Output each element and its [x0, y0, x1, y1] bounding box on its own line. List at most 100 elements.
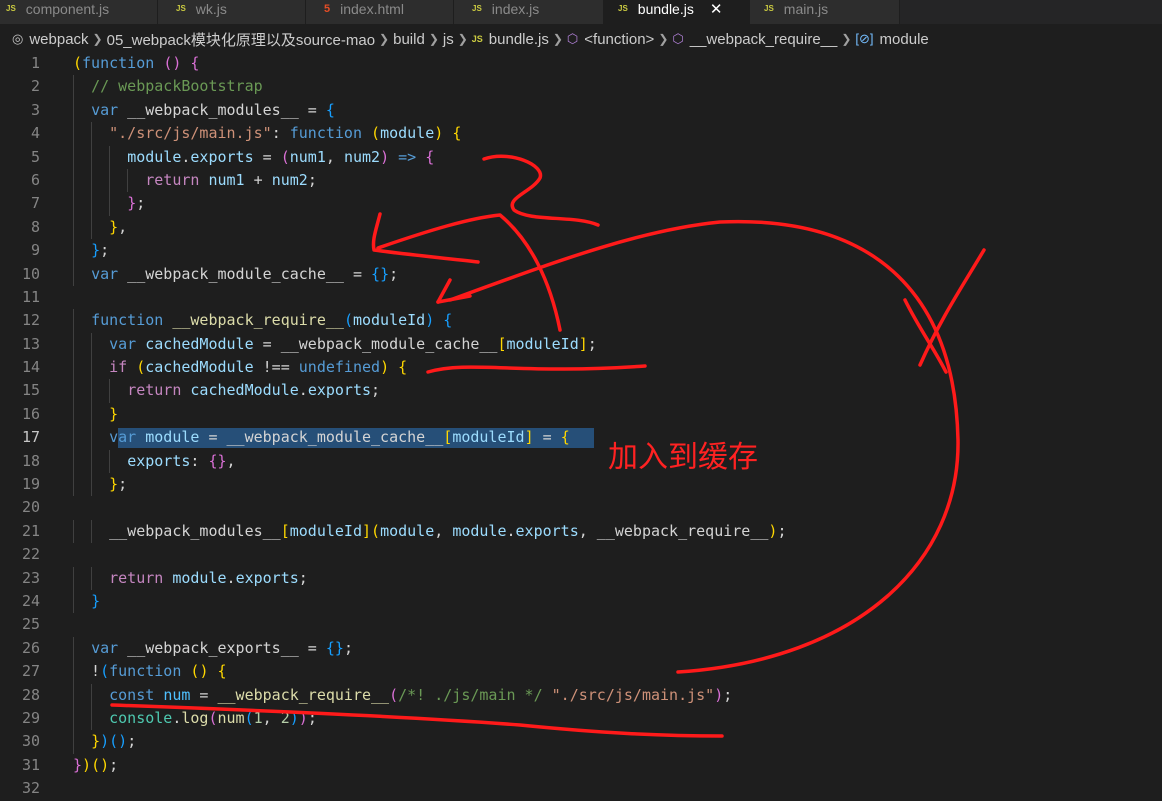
- code-line[interactable]: 21 __webpack_modules__[moduleId](module,…: [0, 519, 1162, 544]
- line-number: 29: [21, 708, 40, 727]
- code-text: var __webpack_exports__ = {};: [91, 638, 353, 657]
- js-file-icon: JS: [618, 4, 628, 13]
- code-text: })();: [91, 732, 137, 751]
- tab-label: bundle.js: [637, 1, 694, 17]
- code-text: __webpack_modules__[moduleId](module, mo…: [73, 521, 787, 540]
- code-text: var module = __webpack_module_cache__[mo…: [109, 428, 570, 447]
- tab-label: wk.js: [195, 1, 227, 17]
- line-number: 11: [21, 287, 40, 306]
- code-line[interactable]: 13 var cachedModule = __webpack_module_c…: [0, 332, 1162, 357]
- line-number: 14: [21, 358, 40, 377]
- line-number: 2: [30, 77, 40, 96]
- chevron-right-icon: ❯: [92, 32, 103, 46]
- code-line[interactable]: 2 // webpackBootstrap: [0, 75, 1162, 99]
- code-line[interactable]: 24 }: [0, 589, 1162, 614]
- code-line[interactable]: 27 !(function () {: [0, 660, 1162, 684]
- code-line[interactable]: 28 const num = __webpack_require__(/*! .…: [0, 683, 1162, 707]
- close-icon[interactable]: ✕: [710, 0, 723, 18]
- code-text: }: [109, 404, 119, 423]
- code-line[interactable]: 25: [0, 613, 1162, 636]
- code-line[interactable]: 10 var __webpack_module_cache__ = {};: [0, 262, 1162, 286]
- line-number: 1: [30, 54, 40, 72]
- breadcrumb-item[interactable]: build: [393, 31, 425, 48]
- code-text: const num = __webpack_require__(/*! ./js…: [109, 685, 733, 704]
- line-number: 20: [21, 498, 40, 517]
- code-line[interactable]: 29 console.log(num(1, 2));: [0, 706, 1162, 731]
- code-line[interactable]: 22: [0, 543, 1162, 566]
- code-line[interactable]: 12 function __webpack_require__(moduleId…: [0, 309, 1162, 333]
- line-number: 12: [21, 311, 40, 330]
- line-number: 6: [30, 170, 40, 189]
- code-line[interactable]: 3 var __webpack_modules__ = {: [0, 98, 1162, 123]
- code-line[interactable]: 11: [0, 286, 1162, 309]
- code-line[interactable]: 9 };: [0, 239, 1162, 263]
- breadcrumb-item[interactable]: module: [880, 31, 929, 48]
- line-number: 27: [21, 662, 40, 681]
- breadcrumb-item[interactable]: webpack: [29, 31, 88, 48]
- code-line[interactable]: 14 if (cachedModule !== undefined) {: [0, 356, 1162, 380]
- code-line[interactable]: 5 module.exports = (num1, num2) => {: [0, 145, 1162, 169]
- folder-circle-icon: ◎: [12, 31, 24, 46]
- code-text: "./src/js/main.js": function (module) {: [109, 124, 462, 143]
- js-file-icon: JS: [6, 4, 16, 13]
- tab-label: index.js: [491, 1, 540, 17]
- line-number: 4: [30, 124, 40, 143]
- code-text: }: [91, 591, 101, 610]
- code-line[interactable]: 8 },: [0, 215, 1162, 240]
- code-line[interactable]: 1 (function () {: [0, 52, 1162, 75]
- line-number: 10: [21, 264, 40, 283]
- js-file-icon: JS: [472, 4, 482, 13]
- tab-bundle-js[interactable]: JS bundle.js ✕: [604, 0, 750, 24]
- code-line[interactable]: 6 return num1 + num2;: [0, 168, 1162, 193]
- code-line[interactable]: 15 return cachedModule.exports;: [0, 379, 1162, 403]
- tab-component-js[interactable]: JS component.js: [0, 0, 158, 24]
- line-number: 8: [30, 217, 40, 236]
- code-line[interactable]: 17 var module = __webpack_module_cache__…: [0, 426, 1162, 450]
- breadcrumb-item[interactable]: js: [443, 31, 454, 48]
- breadcrumb-item[interactable]: bundle.js: [489, 31, 549, 48]
- chevron-right-icon: ❯: [841, 32, 852, 46]
- code-editor[interactable]: 1 (function () {2 // webpackBootstrap 3 va…: [0, 52, 1162, 801]
- breadcrumb-item[interactable]: __webpack_require__: [690, 31, 838, 48]
- chevron-right-icon: ❯: [658, 32, 669, 46]
- code-line[interactable]: 7 };: [0, 192, 1162, 216]
- code-line[interactable]: 26 var __webpack_exports__ = {};: [0, 636, 1162, 661]
- breadcrumb-item[interactable]: 05_webpack模块化原理以及source-mao: [107, 29, 375, 50]
- code-line[interactable]: 30 })();: [0, 730, 1162, 754]
- tab-main-js[interactable]: JS main.js: [750, 0, 900, 24]
- code-text: var __webpack_module_cache__ = {};: [91, 264, 399, 283]
- tab-index-html[interactable]: 5 index.html: [306, 0, 454, 24]
- line-number: 16: [21, 404, 40, 423]
- code-line[interactable]: 4 "./src/js/main.js": function (module) …: [0, 122, 1162, 146]
- editor-tab-bar: JS component.js JS wk.js 5 index.html JS…: [0, 0, 1162, 24]
- code-line[interactable]: 23 return module.exports;: [0, 566, 1162, 590]
- code-text: })();: [73, 755, 119, 774]
- line-number: 28: [21, 685, 40, 704]
- line-number: 15: [21, 381, 40, 400]
- line-number: 9: [30, 241, 40, 260]
- variable-icon: [⊘]: [855, 31, 874, 46]
- code-text: var cachedModule = __webpack_module_cach…: [109, 334, 597, 353]
- code-text: },: [109, 217, 128, 236]
- code-line[interactable]: 16 }: [0, 402, 1162, 427]
- code-text: };: [109, 475, 128, 494]
- code-text: module.exports = (num1, num2) => {: [127, 147, 435, 166]
- chevron-right-icon: ❯: [379, 32, 390, 46]
- tab-wk-js[interactable]: JS wk.js: [158, 0, 306, 24]
- code-line[interactable]: 18 exports: {},: [0, 449, 1162, 474]
- tab-index-js[interactable]: JS index.js: [454, 0, 604, 24]
- code-text: };: [91, 241, 110, 260]
- line-number: 22: [21, 545, 40, 564]
- chevron-right-icon: ❯: [457, 32, 468, 46]
- code-text: return cachedModule.exports;: [127, 381, 381, 400]
- line-number: 17: [21, 428, 40, 447]
- code-line[interactable]: 19 };: [0, 473, 1162, 497]
- code-text: if (cachedModule !== undefined) {: [109, 358, 408, 377]
- function-cube-icon: ⬡: [672, 31, 684, 46]
- line-number: 23: [21, 568, 40, 587]
- breadcrumb-item[interactable]: <function>: [584, 31, 654, 48]
- line-number: 30: [21, 732, 40, 751]
- code-line[interactable]: 20: [0, 496, 1162, 519]
- code-line[interactable]: 31})();: [0, 754, 1162, 777]
- js-file-icon: JS: [764, 4, 774, 13]
